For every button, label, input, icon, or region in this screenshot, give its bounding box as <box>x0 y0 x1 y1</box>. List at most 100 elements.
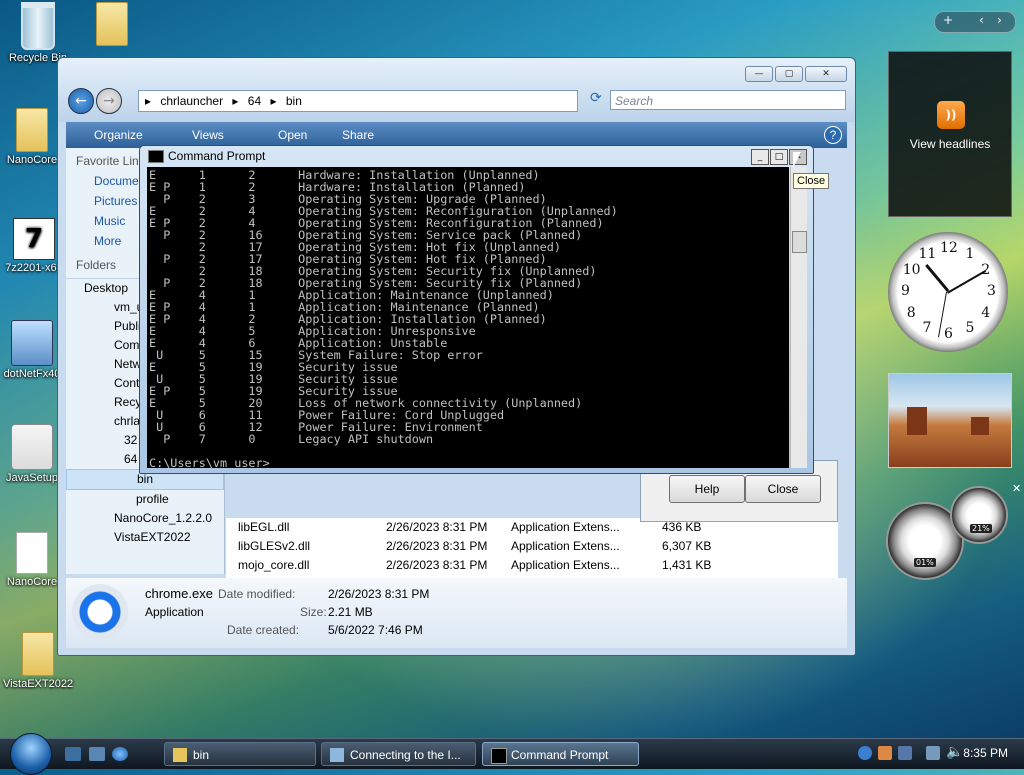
file-type: Application Extens... <box>511 558 620 572</box>
folder-icon: ▸ <box>145 94 152 108</box>
clock-number: 3 <box>987 283 996 299</box>
help-button[interactable]: Help <box>669 475 745 503</box>
minimize-button[interactable]: — <box>745 66 773 82</box>
cmd-icon <box>491 748 507 764</box>
clock-number: 5 <box>965 320 975 337</box>
share-button[interactable]: Share <box>342 128 374 142</box>
console-text: E 1 2 Hardware: Installation (Unplanned)… <box>149 168 618 468</box>
next-icon[interactable]: › <box>997 13 1002 27</box>
cmd-maximize-button[interactable]: □ <box>770 149 788 165</box>
tree-item-profile[interactable]: profile <box>66 490 224 509</box>
tree-item-nanocore[interactable]: NanoCore_1.2.2.0 <box>66 509 224 528</box>
search-input[interactable]: Search <box>610 90 846 110</box>
network-icon[interactable] <box>926 746 940 760</box>
table-row[interactable]: mojo_core.dll 2/26/2023 8:31 PM Applicat… <box>226 556 838 575</box>
slideshow-gadget[interactable] <box>888 373 1012 468</box>
breadcrumb-bin[interactable]: bin <box>286 94 302 108</box>
clock-number: 8 <box>906 304 916 321</box>
system-tray: 🔈 8:35 PM <box>852 739 1024 769</box>
folder-icon <box>173 748 187 762</box>
details-created: 5/6/2022 7:46 PM <box>328 623 423 637</box>
close-button[interactable]: ✕ <box>805 66 847 82</box>
folder-icon <box>96 2 128 46</box>
cmd-title-text: Command Prompt <box>168 149 266 163</box>
feed-headlines-gadget[interactable]: )) View headlines <box>888 51 1012 217</box>
task-bin[interactable]: bin <box>164 742 316 766</box>
refresh-icon[interactable]: ⟳ <box>590 90 602 106</box>
clock-minute-hand <box>947 270 987 294</box>
address-bar[interactable]: ▸ chrlauncher ▸ 64 ▸ bin <box>138 90 578 112</box>
clock-number: 7 <box>922 320 932 337</box>
rss-icon: )) <box>937 101 965 129</box>
back-button[interactable]: ← <box>68 88 94 114</box>
desktop-icon-recycle-bin[interactable]: Recycle Bin <box>2 2 74 64</box>
views-button[interactable]: Views <box>192 128 224 142</box>
folder-icon <box>22 632 54 676</box>
desktop-icon-folder[interactable] <box>76 2 148 48</box>
cmd-minimize-button[interactable]: _ <box>751 149 769 165</box>
butte-shape <box>907 407 927 435</box>
console-output[interactable]: E 1 2 Hardware: Installation (Unplanned)… <box>147 167 789 468</box>
details-modified: 2/26/2023 8:31 PM <box>328 587 430 601</box>
help-icon[interactable]: ? <box>824 126 842 144</box>
dialog-close-button[interactable]: Close <box>745 475 821 503</box>
java-icon <box>11 424 53 470</box>
breadcrumb-64[interactable]: 64 <box>248 94 261 108</box>
breadcrumb-chrlauncher[interactable]: chrlauncher <box>160 94 223 108</box>
task-command-prompt[interactable]: Command Prompt <box>482 742 639 766</box>
network-icon <box>330 748 344 762</box>
details-kind: Application <box>145 605 204 619</box>
start-button[interactable] <box>10 733 52 775</box>
clock-number: 10 <box>902 261 921 278</box>
maximize-button[interactable]: ▢ <box>775 66 803 82</box>
file-type: Application Extens... <box>511 539 620 553</box>
file-name: mojo_core.dll <box>238 558 310 572</box>
clock-number: 11 <box>918 245 937 262</box>
previous-icon[interactable]: ‹ <box>979 13 984 27</box>
chrome-tray-icon[interactable] <box>858 746 872 760</box>
file-icon <box>16 532 48 574</box>
details-size: 2.21 MB <box>328 605 373 619</box>
clock-number: 2 <box>981 261 991 278</box>
file-date: 2/26/2023 8:31 PM <box>386 520 488 534</box>
cmd-scrollbar[interactable] <box>790 167 807 468</box>
forward-button[interactable]: → <box>96 88 122 114</box>
task-label: Command Prompt <box>511 748 609 762</box>
sidebar-controls: + ‹ › <box>934 11 1016 33</box>
file-date: 2/26/2023 8:31 PM <box>386 558 488 572</box>
details-filename: chrome.exe <box>145 586 213 601</box>
tree-item-vistaext[interactable]: VistaEXT2022 <box>66 528 224 547</box>
task-label: bin <box>193 748 210 762</box>
details-pane: chrome.exe Application Date modified: 2/… <box>66 578 847 648</box>
task-connecting[interactable]: Connecting to the I... <box>321 742 476 766</box>
clock-time[interactable]: 8:35 PM <box>963 746 1008 760</box>
mouse-cursor-icon <box>793 152 801 168</box>
file-name: libGLESv2.dll <box>238 539 311 553</box>
organize-button[interactable]: Organize <box>94 128 143 142</box>
add-gadget-icon[interactable]: + <box>943 13 953 27</box>
clock-number: 9 <box>901 283 910 299</box>
gadget-close-icon[interactable]: ✕ <box>1012 482 1021 495</box>
table-row[interactable]: libGLESv2.dll 2/26/2023 8:31 PM Applicat… <box>226 537 838 556</box>
volume-icon[interactable]: 🔈 <box>946 744 963 760</box>
show-desktop-icon[interactable] <box>65 747 81 761</box>
folder-icon <box>16 108 48 152</box>
task-label: Connecting to the I... <box>350 748 461 762</box>
switch-windows-icon[interactable] <box>89 747 105 761</box>
shield-icon[interactable] <box>878 746 892 760</box>
clock-number: 6 <box>944 326 953 342</box>
display-icon[interactable] <box>898 746 912 760</box>
file-size: 6,307 KB <box>662 539 712 553</box>
cmd-icon <box>148 150 164 164</box>
file-size: 1,431 KB <box>662 558 712 572</box>
internet-explorer-icon[interactable] <box>112 747 128 761</box>
details-modified-label: Date modified: <box>218 587 296 601</box>
cmd-titlebar: Command Prompt <box>148 149 266 164</box>
command-prompt-window: Command Prompt _ □ ✕ E 1 2 Hardware: Ins… <box>139 145 814 474</box>
clock-number: 4 <box>981 304 991 321</box>
taskbar: bin Connecting to the I... Command Promp… <box>0 733 1024 775</box>
open-button[interactable]: Open <box>278 128 307 142</box>
memory-gauge: 21% <box>950 486 1008 544</box>
file-name: libEGL.dll <box>238 520 290 534</box>
scrollbar-thumb[interactable] <box>792 231 807 253</box>
